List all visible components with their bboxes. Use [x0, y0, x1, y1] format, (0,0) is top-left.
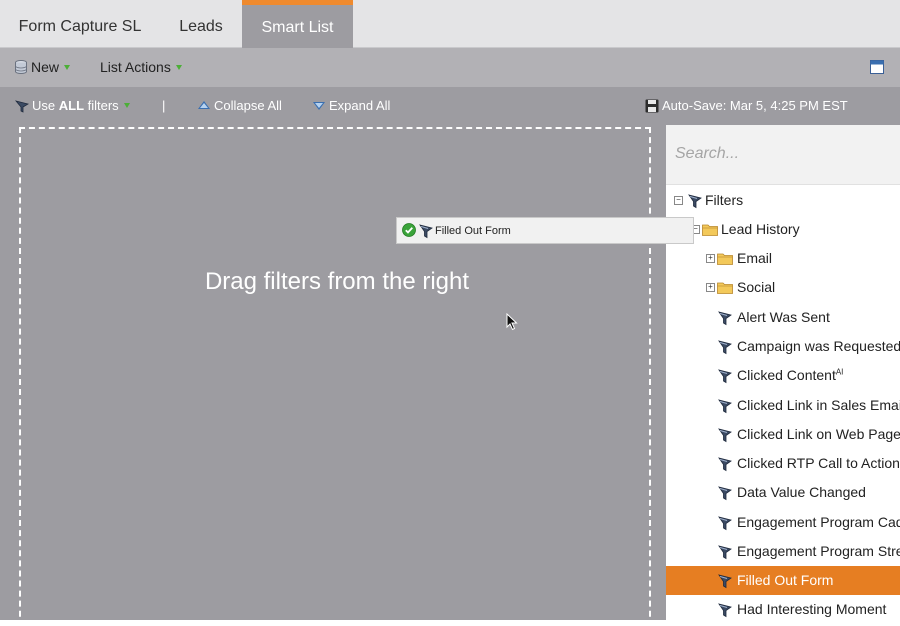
torn-edge	[0, 620, 900, 626]
filter-icon	[718, 311, 732, 326]
tree-folder-email[interactable]: + Email	[666, 244, 900, 273]
tree-label: Lead History	[721, 221, 800, 237]
chevron-down-icon	[64, 64, 71, 70]
filter-icon	[718, 340, 732, 355]
use-suffix: filters	[84, 98, 119, 113]
tree-label: Clicked Link in Sales Email	[737, 397, 900, 413]
mouse-cursor-icon	[506, 313, 518, 331]
filter-item-clicked-rtp-call-to-action[interactable]: Clicked RTP Call to Action	[666, 449, 900, 478]
tab-form-capture-sl[interactable]: Form Capture SL	[0, 0, 160, 48]
filter-item-data-value-changed[interactable]: Data Value Changed	[666, 478, 900, 507]
search-input[interactable]	[666, 135, 900, 173]
folder-icon	[702, 224, 718, 236]
expand-triangle-icon	[313, 101, 325, 110]
tree-label: Clicked RTP Call to Action	[737, 455, 900, 471]
separator: |	[162, 98, 166, 113]
filter-item-filled-out-form[interactable]: Filled Out Form	[666, 566, 900, 595]
collapse-all-button[interactable]: Collapse All	[198, 87, 282, 125]
tree-folder-social[interactable]: + Social	[666, 273, 900, 302]
filter-canvas: Drag filters from the right	[0, 125, 666, 626]
expand-all-label: Expand All	[329, 98, 391, 113]
expand-all-button[interactable]: Expand All	[313, 87, 390, 125]
database-icon	[15, 60, 27, 75]
autosave-text: Auto-Save: Mar 5, 4:25 PM EST	[662, 98, 848, 113]
tab-bar: Form Capture SL Leads Smart List	[0, 0, 900, 48]
toolbar: New List Actions	[0, 48, 900, 87]
filter-item-engagement-program-stream[interactable]: Engagement Program Stream Changed	[666, 537, 900, 566]
filter-drop-zone[interactable]: Drag filters from the right	[19, 127, 651, 626]
use-all-filters-dropdown[interactable]: Use ALL filters	[15, 87, 130, 125]
chevron-down-icon	[175, 64, 182, 70]
tree-label: Campaign was Requested	[737, 338, 900, 354]
tree-label: Social	[737, 279, 776, 295]
use-prefix: Use	[32, 98, 59, 113]
filter-item-campaign-was-requested[interactable]: Campaign was Requested	[666, 332, 900, 361]
filter-icon	[718, 574, 732, 589]
tree-label: Email	[737, 250, 773, 266]
drag-ghost[interactable]: Filled Out Form	[396, 217, 694, 244]
list-actions-label: List Actions	[100, 59, 171, 75]
filter-icon	[718, 369, 732, 384]
search-box	[666, 125, 900, 185]
new-button[interactable]: New	[15, 48, 71, 87]
filter-bar: Use ALL filters | Collapse All Expand Al…	[0, 87, 900, 125]
filter-item-clicked-link-on-web-page[interactable]: Clicked Link on Web Page	[666, 420, 900, 449]
chevron-down-icon	[123, 103, 130, 109]
expand-toggle-icon[interactable]: +	[706, 254, 715, 263]
filter-icon	[718, 399, 732, 414]
filter-icon	[718, 457, 732, 472]
autosave-status: Auto-Save: Mar 5, 4:25 PM EST	[645, 87, 848, 125]
filter-item-clicked-content[interactable]: Clicked ContentAI	[666, 361, 900, 390]
list-actions-button[interactable]: List Actions	[100, 48, 182, 87]
filter-icon	[718, 486, 732, 501]
collapse-all-label: Collapse All	[214, 98, 282, 113]
save-disk-icon	[645, 99, 659, 113]
tree-label: Alert Was Sent	[737, 309, 830, 325]
new-label: New	[31, 59, 60, 75]
filter-item-engagement-program-cadence[interactable]: Engagement Program Cadence Changed	[666, 508, 900, 537]
drag-ghost-label: Filled Out Form	[435, 225, 511, 237]
filter-icon	[718, 428, 732, 443]
tree-label: Clicked Link on Web Page	[737, 426, 900, 442]
filter-icon	[15, 99, 29, 113]
filter-icon	[688, 194, 702, 209]
filter-item-alert-was-sent[interactable]: Alert Was Sent	[666, 303, 900, 332]
tree-label: Clicked ContentAI	[737, 361, 843, 390]
window-icon[interactable]	[870, 60, 884, 74]
collapse-toggle-icon[interactable]: −	[674, 196, 683, 205]
filter-item-clicked-link-in-sales-email[interactable]: Clicked Link in Sales Email	[666, 391, 900, 420]
drop-hint-text: Drag filters from the right	[204, 268, 470, 295]
tree-label: Data Value Changed	[737, 484, 866, 500]
folder-icon	[717, 282, 733, 294]
tree-label: Filled Out Form	[737, 572, 834, 588]
folder-icon	[717, 253, 733, 265]
tab-leads[interactable]: Leads	[160, 0, 242, 48]
tree-folder-lead-history[interactable]: − Lead History	[666, 215, 900, 244]
check-icon	[402, 223, 416, 237]
filter-icon	[718, 545, 732, 560]
tree-label: Engagement Program Cadence Changed	[737, 514, 900, 530]
filter-icon	[718, 603, 732, 618]
tree-label-text: Clicked Content	[737, 367, 836, 383]
tree-label: Filters	[705, 192, 744, 208]
filter-icon	[718, 516, 732, 531]
expand-toggle-icon[interactable]: +	[706, 283, 715, 292]
tree-root-filters[interactable]: − Filters	[666, 186, 900, 215]
collapse-triangle-icon	[198, 100, 210, 109]
filter-library-panel: − Filters − Lead History + Email + Socia…	[666, 125, 900, 626]
filter-icon	[419, 224, 433, 239]
tab-smart-list[interactable]: Smart List	[242, 0, 353, 48]
ai-superscript: AI	[835, 367, 844, 377]
use-all-bold: ALL	[58, 98, 85, 113]
tree-label: Engagement Program Stream Changed	[737, 543, 900, 559]
